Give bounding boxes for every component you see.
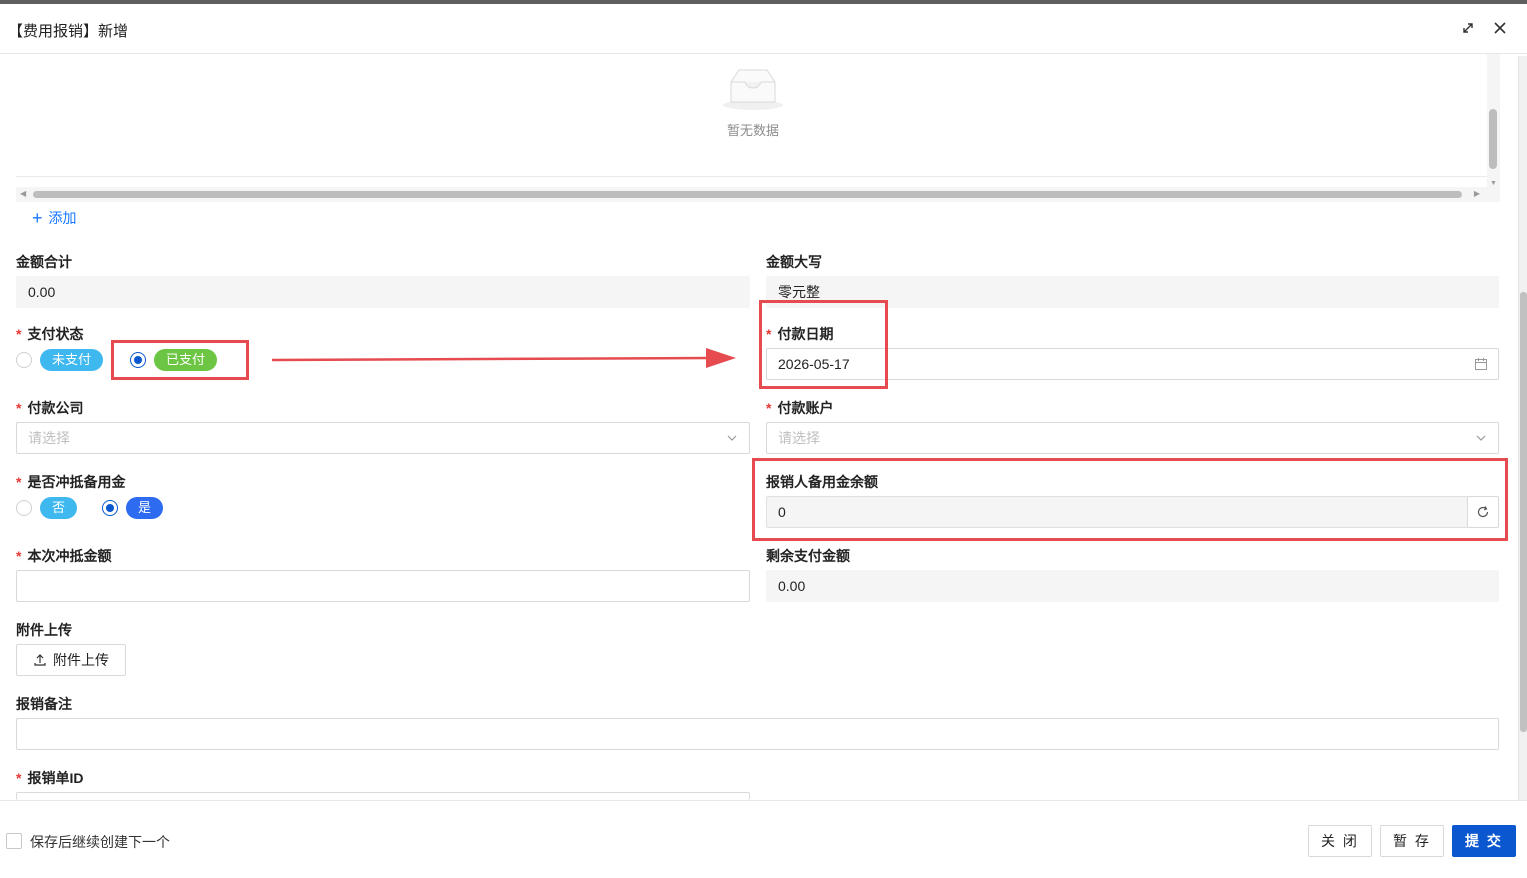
pay-company-label: * 付款公司 — [16, 400, 84, 416]
upload-button-label: 附件上传 — [53, 652, 109, 668]
attachment-label: 附件上传 — [16, 622, 72, 638]
offset-option-no[interactable]: 否 — [16, 497, 78, 519]
upload-icon — [34, 654, 46, 666]
page-scrollbar[interactable] — [1518, 56, 1527, 800]
radio-unpaid[interactable] — [16, 352, 32, 368]
remaining-field: 0.00 — [766, 570, 1499, 602]
dialog-footer: 保存后继续创建下一个 关 闭 暂 存 提 交 — [0, 800, 1527, 878]
tag-yes: 是 — [126, 497, 164, 519]
tag-no: 否 — [40, 497, 78, 519]
add-row-label: 添加 — [48, 210, 77, 226]
pay-company-select[interactable]: 请选择 — [16, 422, 750, 454]
upload-button[interactable]: 附件上传 — [16, 644, 126, 676]
offset-amount-label: * 本次冲抵金额 — [16, 548, 112, 564]
chevron-down-icon — [1476, 435, 1486, 441]
amount-total-field: 0.00 — [16, 276, 750, 308]
remark-label: 报销备注 — [16, 696, 72, 712]
annotation-box-paid — [111, 340, 249, 380]
offset-amount-input[interactable] — [16, 570, 750, 602]
annotation-box-reserve — [752, 458, 1508, 541]
add-row-button[interactable]: + 添加 — [32, 208, 77, 228]
amount-upper-label: 金额大写 — [766, 254, 822, 270]
table-vertical-scrollbar[interactable]: ▼ — [1487, 54, 1500, 189]
draft-button[interactable]: 暂 存 — [1380, 825, 1444, 857]
table-horizontal-scrollbar[interactable]: ◀ ▶ — [16, 187, 1500, 202]
maximize-icon[interactable] — [1458, 18, 1478, 38]
annotation-arrow — [271, 348, 736, 368]
offset-reserve-label: * 是否冲抵备用金 — [16, 474, 126, 490]
pay-account-select[interactable]: 请选择 — [766, 422, 1499, 454]
continue-create-checkbox[interactable] — [6, 833, 22, 849]
continue-create-label: 保存后继续创建下一个 — [30, 834, 170, 850]
plus-icon: + — [32, 208, 43, 228]
offset-option-yes[interactable]: 是 — [102, 497, 164, 519]
table-divider — [16, 176, 1490, 177]
remark-input[interactable] — [16, 718, 1499, 750]
bill-id-label: * 报销单ID — [16, 770, 84, 786]
pay-account-label: * 付款账户 — [766, 400, 834, 416]
pay-status-option-unpaid[interactable]: 未支付 — [16, 349, 104, 371]
close-icon[interactable] — [1490, 18, 1510, 38]
empty-box-icon — [723, 69, 783, 110]
dialog-header: 【费用报销】新增 — [0, 4, 1527, 54]
scroll-left-icon[interactable]: ◀ — [20, 189, 26, 198]
amount-total-label: 金额合计 — [16, 254, 72, 270]
submit-button[interactable]: 提 交 — [1452, 825, 1516, 857]
empty-text: 暂无数据 — [726, 123, 779, 138]
dialog-title: 【费用报销】新增 — [8, 23, 129, 40]
close-button[interactable]: 关 闭 — [1308, 825, 1372, 857]
bill-id-input[interactable] — [16, 792, 750, 800]
chevron-down-icon — [727, 435, 737, 441]
pay-account-placeholder: 请选择 — [778, 430, 820, 446]
detail-table: 暂无数据 ▼ ◀ ▶ — [16, 54, 1500, 202]
tag-unpaid: 未支付 — [40, 349, 104, 371]
pay-company-placeholder: 请选择 — [28, 430, 70, 446]
remaining-label: 剩余支付金额 — [766, 548, 850, 564]
radio-yes[interactable] — [102, 500, 118, 516]
annotation-box-pay-date — [759, 300, 888, 389]
calendar-icon[interactable] — [1474, 357, 1488, 371]
pay-status-label: * 支付状态 — [16, 326, 84, 342]
scroll-right-icon[interactable]: ▶ — [1474, 189, 1480, 198]
radio-no[interactable] — [16, 500, 32, 516]
